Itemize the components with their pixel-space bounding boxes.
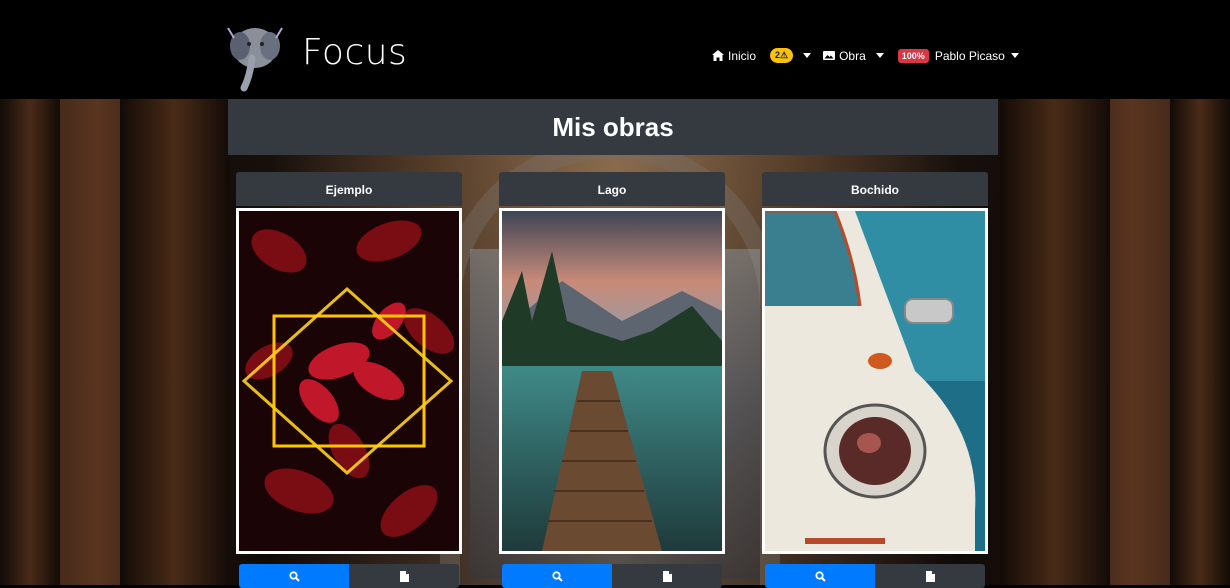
work-image-lake <box>502 211 722 551</box>
document-icon <box>662 570 672 582</box>
work-actions <box>762 564 988 588</box>
work-title: Ejemplo <box>236 172 462 206</box>
user-dropdown[interactable]: 100% Pablo Picaso <box>897 48 1019 63</box>
work-actions <box>499 564 725 588</box>
nav-menu: Inicio 2⚠ Obra 100% Pablo Picaso <box>712 48 1019 63</box>
brand-name[interactable]: Focus <box>302 32 407 73</box>
work-actions <box>236 564 462 588</box>
work-document-button[interactable] <box>612 564 722 588</box>
user-progress-badge: 100% <box>897 48 929 63</box>
work-card: Lago <box>499 172 725 588</box>
work-image-red-leaves <box>239 211 459 551</box>
view-work-button[interactable] <box>239 564 349 588</box>
work-image-vintage-car <box>765 209 985 551</box>
work-card: Bochido <box>762 172 988 588</box>
search-icon <box>814 570 826 582</box>
nav-item-obra[interactable]: Obra <box>823 49 884 63</box>
page-title: Mis obras <box>228 99 998 155</box>
nav-obra-label: Obra <box>839 48 866 63</box>
user-name: Pablo Picaso <box>934 48 1005 63</box>
document-icon <box>925 570 935 582</box>
background-column <box>0 99 60 585</box>
work-image-frame[interactable] <box>236 208 462 554</box>
search-icon <box>288 570 300 582</box>
work-document-button[interactable] <box>875 564 985 588</box>
nav-inicio-label: Inicio <box>728 48 757 63</box>
work-image-frame[interactable] <box>762 208 988 554</box>
chevron-down-icon <box>1010 53 1019 58</box>
work-image-frame[interactable] <box>499 208 725 554</box>
image-icon <box>823 51 836 60</box>
work-title: Lago <box>499 172 725 206</box>
work-title: Bochido <box>762 172 988 206</box>
chevron-down-icon <box>875 53 884 58</box>
search-icon <box>551 570 563 582</box>
notifications-badge: 2⚠ <box>770 48 794 63</box>
navbar: Focus Inicio 2⚠ Obra 100% Pablo Picaso <box>0 10 1230 99</box>
work-document-button[interactable] <box>349 564 459 588</box>
nav-item-inicio[interactable]: Inicio <box>712 49 756 63</box>
document-icon <box>399 570 409 582</box>
background-column <box>1000 99 1110 585</box>
home-icon <box>712 50 724 61</box>
notifications-dropdown[interactable]: 2⚠ <box>770 48 812 63</box>
background-column <box>120 99 230 585</box>
background-column <box>1170 99 1230 585</box>
elephant-logo-icon[interactable] <box>222 18 288 92</box>
chevron-down-icon <box>803 53 812 58</box>
view-work-button[interactable] <box>502 564 612 588</box>
view-work-button[interactable] <box>765 564 875 588</box>
work-card: Ejemplo <box>236 172 462 588</box>
